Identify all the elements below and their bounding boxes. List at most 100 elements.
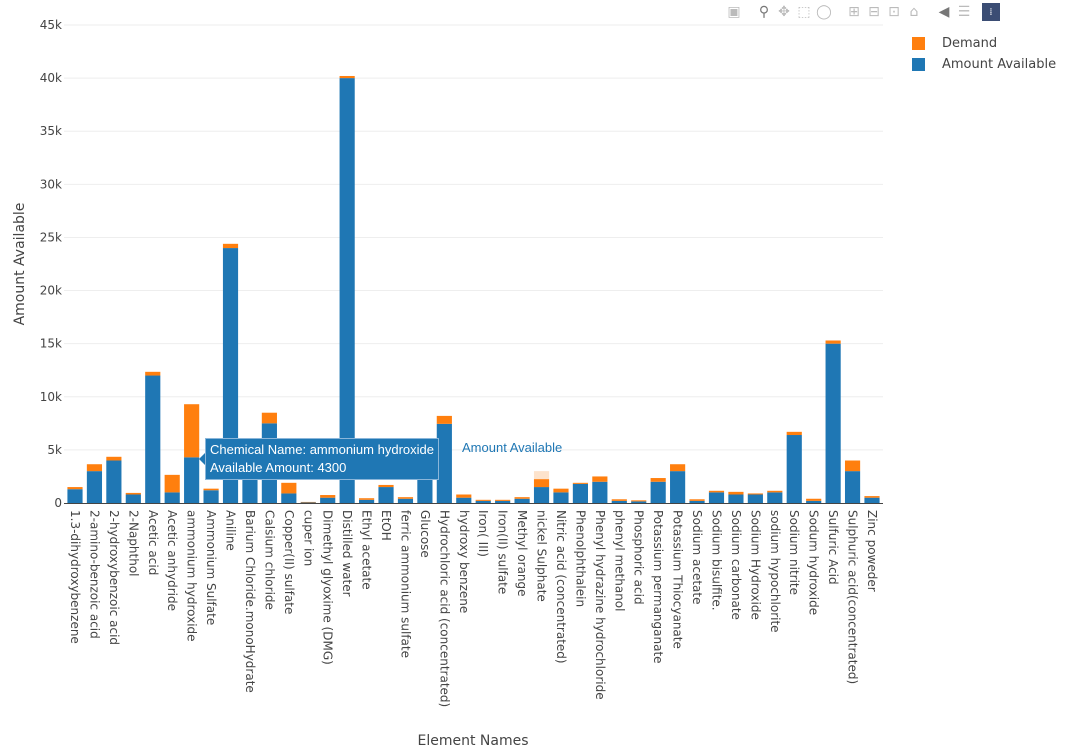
bar-amount-available[interactable] — [767, 492, 783, 503]
autoscale-icon[interactable]: ⊡ — [884, 2, 904, 22]
bar-amount-available[interactable] — [825, 343, 841, 503]
bar-amount-available[interactable] — [475, 500, 491, 503]
bar-demand[interactable] — [164, 474, 180, 493]
bar-demand[interactable] — [125, 492, 141, 495]
bar-demand[interactable] — [397, 497, 414, 499]
bar-demand[interactable] — [320, 495, 336, 498]
bar-amount-available[interactable] — [164, 492, 180, 503]
bar-amount-available[interactable] — [67, 489, 83, 503]
bar-amount-available[interactable] — [670, 471, 686, 503]
bar-demand[interactable] — [767, 490, 783, 493]
bar-demand[interactable] — [339, 75, 355, 79]
bar-demand[interactable] — [728, 491, 744, 495]
legend-item-demand[interactable]: Demand — [912, 33, 1056, 54]
modebar: ▣ ⚲ ✥ ⬚ ◯ ⊞ ⊟ ⊡ ⌂ ◀ ☰ ⁞ — [724, 2, 1000, 22]
bar-demand[interactable] — [844, 460, 861, 472]
bar-demand[interactable] — [456, 494, 472, 498]
bar-demand[interactable] — [475, 499, 491, 501]
bar-demand[interactable] — [689, 499, 705, 501]
x-tick-label: Iron(II) sulfate — [496, 510, 510, 594]
bar-amount-available[interactable] — [650, 481, 666, 503]
bar-demand[interactable] — [806, 498, 822, 501]
plotly-logo[interactable]: ⁞ — [982, 3, 1000, 21]
bar-amount-available[interactable] — [786, 435, 802, 503]
bar-demand-faded-[interactable] — [533, 471, 550, 480]
bar-amount-available[interactable] — [203, 490, 219, 503]
bar-amount-available[interactable] — [631, 501, 647, 503]
x-tick-label: Acetic anhydride — [165, 510, 179, 611]
bar-demand[interactable] — [261, 412, 277, 424]
bar-demand[interactable] — [106, 456, 122, 461]
bar-amount-available[interactable] — [86, 471, 103, 503]
bar-demand[interactable] — [670, 464, 686, 472]
bar-demand[interactable] — [592, 476, 608, 482]
zoom-in-icon[interactable]: ⊞ — [844, 2, 864, 22]
box-select-icon[interactable]: ⬚ — [794, 2, 814, 22]
bar-demand[interactable] — [533, 479, 550, 488]
bar-demand[interactable] — [378, 484, 394, 488]
home-icon[interactable]: ⌂ — [904, 2, 924, 22]
bar-demand[interactable] — [631, 500, 647, 502]
lasso-icon[interactable]: ◯ — [814, 2, 834, 22]
x-tick-label: ammonium hydroxide — [185, 510, 199, 642]
bar-demand[interactable] — [281, 482, 297, 494]
bar-demand[interactable] — [145, 371, 161, 376]
bar-amount-available[interactable] — [572, 483, 588, 503]
bar-amount-available[interactable] — [436, 423, 452, 503]
hover-compare-icon[interactable]: ☰ — [954, 2, 974, 22]
bar-demand[interactable] — [611, 499, 627, 501]
bar-amount-available[interactable] — [806, 500, 822, 503]
bars[interactable] — [67, 75, 880, 503]
bar-amount-available[interactable] — [359, 499, 375, 503]
bar-demand[interactable] — [495, 499, 511, 501]
camera-icon[interactable]: ▣ — [724, 2, 744, 22]
bar-amount-available[interactable] — [864, 497, 880, 503]
bar-demand[interactable] — [436, 415, 452, 424]
zoom-icon[interactable]: ⚲ — [754, 2, 774, 22]
y-tick-label: 0 — [54, 496, 62, 510]
bar-demand[interactable] — [203, 488, 219, 491]
bar-demand[interactable] — [222, 243, 239, 249]
bar-demand[interactable] — [67, 487, 83, 490]
bar-demand[interactable] — [708, 490, 725, 493]
bar-amount-available[interactable] — [708, 492, 725, 503]
bar-amount-available[interactable] — [689, 500, 705, 503]
bar-demand[interactable] — [359, 498, 375, 500]
bar-amount-available[interactable] — [728, 494, 744, 503]
bar-amount-available[interactable] — [145, 375, 161, 503]
bar-demand[interactable] — [825, 340, 841, 344]
bar-amount-available[interactable] — [106, 460, 122, 503]
x-tick-label: Distilled water — [340, 510, 354, 597]
bar-demand[interactable] — [553, 488, 569, 493]
bar-amount-available[interactable] — [125, 494, 141, 503]
bar-demand[interactable] — [747, 493, 763, 495]
bar-amount-available[interactable] — [533, 487, 550, 503]
bar-amount-available[interactable] — [320, 497, 336, 503]
bar-demand[interactable] — [184, 404, 200, 458]
bar-amount-available[interactable] — [495, 500, 511, 503]
bar-demand[interactable] — [864, 496, 880, 498]
hover-closest-icon[interactable]: ◀ — [934, 2, 954, 22]
bar-demand[interactable] — [86, 464, 103, 472]
bar-amount-available[interactable] — [611, 500, 627, 503]
bar-amount-available[interactable] — [184, 457, 200, 503]
bar-amount-available[interactable] — [747, 494, 763, 503]
bar-amount-available[interactable] — [514, 498, 530, 503]
bar-demand[interactable] — [572, 482, 588, 484]
bar-amount-available[interactable] — [456, 497, 472, 503]
bar-amount-available[interactable] — [281, 493, 297, 503]
pan-icon[interactable]: ✥ — [774, 2, 794, 22]
bar-demand[interactable] — [786, 431, 802, 436]
bar-demand[interactable] — [514, 497, 530, 499]
bar-amount-available[interactable] — [378, 487, 394, 503]
bar-amount-available[interactable] — [553, 492, 569, 503]
bar-amount-available[interactable] — [592, 481, 608, 503]
bar-amount-available[interactable] — [300, 502, 316, 503]
bar-demand[interactable] — [650, 478, 666, 482]
legend-item-amount-available[interactable]: Amount Available — [912, 54, 1056, 75]
zoom-out-icon[interactable]: ⊟ — [864, 2, 884, 22]
bar-amount-available[interactable] — [844, 471, 861, 503]
y-tick-label: 35k — [40, 124, 62, 138]
bar-demand[interactable] — [300, 501, 316, 503]
bar-amount-available[interactable] — [397, 498, 414, 503]
